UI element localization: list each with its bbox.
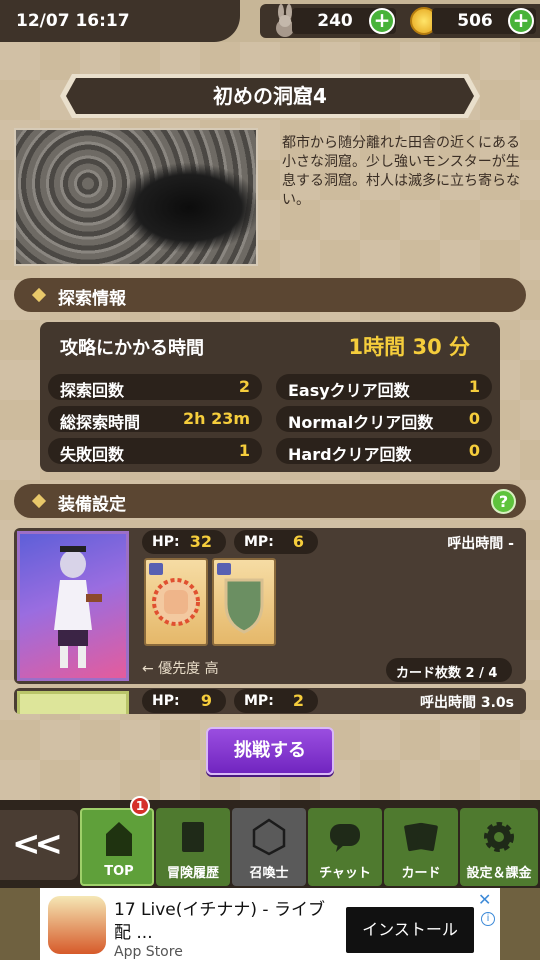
mp-label: MP:	[244, 693, 274, 709]
fist-icon	[152, 578, 200, 626]
stat-value: 2h 23m	[182, 409, 250, 428]
location-image	[14, 128, 258, 266]
nav-settings[interactable]: 設定＆課金	[460, 808, 538, 886]
back-icon: <<	[12, 824, 63, 864]
nav-summoner[interactable]: 召喚士	[232, 808, 306, 886]
stat-label: Hardクリア回数	[288, 445, 412, 464]
mp-value: 2	[292, 691, 304, 710]
nav-chat[interactable]: チャット	[308, 808, 382, 886]
hp-stat: HP: 9	[142, 689, 226, 713]
gear-icon	[484, 822, 514, 852]
card-count-pill: カード枚数 2 / 4	[386, 658, 512, 682]
nav-top[interactable]: TOP	[80, 808, 154, 886]
stat-hard-clear: Hardクリア回数 0	[276, 438, 492, 464]
mp-stat: MP: 6	[234, 530, 318, 554]
location-title: 初めの洞窟4	[213, 84, 327, 108]
location-title-banner: 初めの洞窟4	[58, 72, 482, 120]
call-time: 呼出時間 -	[447, 536, 514, 552]
stat-label: 探索回数	[60, 381, 125, 400]
shield-icon	[224, 578, 264, 634]
hp-label: HP:	[152, 693, 180, 709]
clock-panel: 12/07 16:17	[0, 0, 240, 42]
mp-label: MP:	[244, 534, 274, 550]
dice-icon	[252, 818, 286, 856]
summoner-figure-icon	[54, 546, 102, 668]
ad-title-cont[interactable]: 配 ...	[114, 918, 153, 943]
stat-label: Easyクリア回数	[288, 381, 410, 400]
nav-adventure-log[interactable]: 冒険履歴	[156, 808, 230, 886]
challenge-button[interactable]: 挑戦する	[206, 727, 334, 775]
info-icon[interactable]: i	[481, 912, 495, 926]
stat-fail-count: 失敗回数 1	[48, 438, 262, 464]
stat-value: 0	[468, 441, 480, 460]
hp-value: 9	[200, 691, 212, 710]
equip-slot-2[interactable]: HP: 9 MP: 2 呼出時間 3.0s	[14, 688, 526, 714]
equip-section-header: 装備設定 ?	[14, 484, 526, 518]
cards-icon	[404, 822, 438, 852]
time-required-value: 1時間 30 分	[348, 335, 470, 359]
gold-count: 506	[457, 11, 493, 31]
nav-label: カード	[401, 866, 441, 881]
install-button[interactable]: インストール	[346, 907, 474, 953]
card-count: カード枚数 2 / 4	[396, 666, 498, 681]
summoner-portrait[interactable]	[17, 531, 129, 681]
hp-value: 32	[189, 532, 212, 551]
notification-badge: 1	[130, 796, 150, 816]
nav-label: 冒険履歴	[166, 866, 219, 881]
stat-label: Normalクリア回数	[288, 413, 434, 432]
stat-explore-count: 探索回数 2	[48, 374, 262, 400]
ad-store: App Store	[114, 944, 183, 960]
stat-label: 失敗回数	[60, 445, 125, 464]
call-time: 呼出時間 3.0s	[419, 695, 514, 711]
nav-label: 召喚士	[249, 866, 289, 881]
equip-card-shield[interactable]	[212, 558, 276, 646]
hp-label: HP:	[152, 534, 180, 550]
equip-section-title: 装備設定	[58, 495, 126, 515]
close-icon[interactable]: ✕	[478, 890, 491, 909]
stat-total-time: 総探索時間 2h 23m	[48, 406, 262, 432]
time-required-label: 攻略にかかる時間	[60, 338, 204, 359]
book-icon	[182, 822, 204, 852]
stat-normal-clear: Normalクリア回数 0	[276, 406, 492, 432]
explore-section-title: 探索情報	[58, 289, 126, 309]
explore-section-header: 探索情報	[14, 278, 526, 312]
nav-label: 設定＆課金	[466, 866, 532, 881]
bottom-nav: << TOP 冒険履歴 召喚士 チャット カード 設定＆課金	[0, 800, 540, 888]
diamond-icon	[31, 287, 47, 303]
church-icon	[106, 822, 132, 856]
location-description: 都市から随分離れた田舎の近くにある小さな洞窟。少し強いモンスターが生息する洞窟。…	[282, 135, 520, 208]
stat-value: 1	[238, 441, 250, 460]
stat-label: 総探索時間	[60, 413, 141, 432]
add-gold-button[interactable]: +	[508, 8, 534, 34]
equip-slot-1[interactable]: HP: 32 MP: 6 呼出時間 - ← 優先度 高 カード枚数 2 / 4	[14, 528, 526, 684]
nav-label: TOP	[104, 864, 134, 879]
help-button[interactable]: ?	[491, 489, 516, 514]
equip-card-fist[interactable]	[144, 558, 208, 646]
back-button[interactable]: <<	[0, 810, 78, 880]
hp-stat: HP: 32	[142, 530, 226, 554]
stat-easy-clear: Easyクリア回数 1	[276, 374, 492, 400]
priority-label: ← 優先度 高	[142, 661, 219, 677]
mp-value: 6	[292, 532, 304, 551]
clock: 12/07 16:17	[16, 11, 130, 31]
chat-icon	[330, 824, 360, 852]
nav-cards[interactable]: カード	[384, 808, 458, 886]
top-bar: 12/07 16:17 240 + 506 +	[0, 0, 540, 42]
app-logo-icon[interactable]	[48, 896, 106, 954]
mp-stat: MP: 2	[234, 689, 318, 713]
nav-label: チャット	[319, 866, 371, 881]
stat-value: 1	[468, 377, 480, 396]
ad-title[interactable]: 17 Live(イチナナ) - ライブ	[114, 895, 325, 920]
summoner-portrait-2[interactable]	[17, 691, 129, 714]
explore-info-panel: 攻略にかかる時間 1時間 30 分 探索回数 2 Easyクリア回数 1 総探索…	[40, 322, 500, 472]
rabbit-count: 240	[317, 11, 353, 31]
stat-value: 2	[238, 377, 250, 396]
stat-value: 0	[468, 409, 480, 428]
add-rabbit-button[interactable]: +	[369, 8, 395, 34]
diamond-icon	[31, 493, 47, 509]
